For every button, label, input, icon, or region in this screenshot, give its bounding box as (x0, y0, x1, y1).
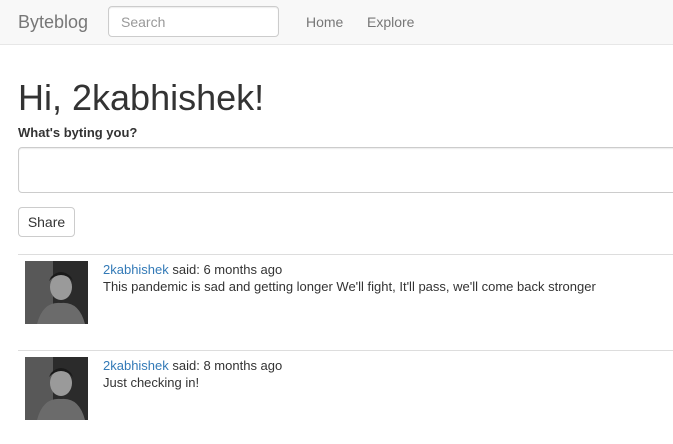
nav-link-home[interactable]: Home (306, 14, 343, 30)
user-photo-icon (25, 357, 88, 420)
post-author-link[interactable]: 2kabhishek (103, 358, 169, 373)
avatar[interactable] (25, 357, 88, 420)
post-input[interactable] (18, 147, 673, 193)
avatar[interactable] (25, 261, 88, 324)
post-body: Just checking in! (103, 375, 200, 390)
page-title: Hi, 2kabhishek! (18, 77, 265, 118)
post-body: This pandemic is sad and getting longer … (103, 279, 596, 294)
nav-link-explore[interactable]: Explore (367, 14, 414, 30)
navbar: Byteblog Home Explore (0, 0, 673, 45)
post-meta: 2kabhishek said: 6 months ago (103, 262, 282, 277)
post-item: 2kabhishek said: 8 months ago Just check… (18, 351, 673, 431)
post-meta: 2kabhishek said: 8 months ago (103, 358, 282, 373)
share-button[interactable]: Share (18, 207, 75, 237)
post-said: said: (168, 262, 204, 277)
brand-link[interactable]: Byteblog (18, 12, 88, 33)
search-input[interactable] (108, 6, 279, 37)
post-time: 8 months ago (203, 358, 283, 373)
post-item: 2kabhishek said: 6 months ago This pande… (18, 255, 673, 335)
post-time: 6 months ago (203, 262, 283, 277)
post-author-link[interactable]: 2kabhishek (103, 262, 169, 277)
post-said: said: (168, 358, 204, 373)
user-photo-icon (25, 261, 88, 324)
post-prompt-label: What's byting you? (18, 125, 138, 140)
